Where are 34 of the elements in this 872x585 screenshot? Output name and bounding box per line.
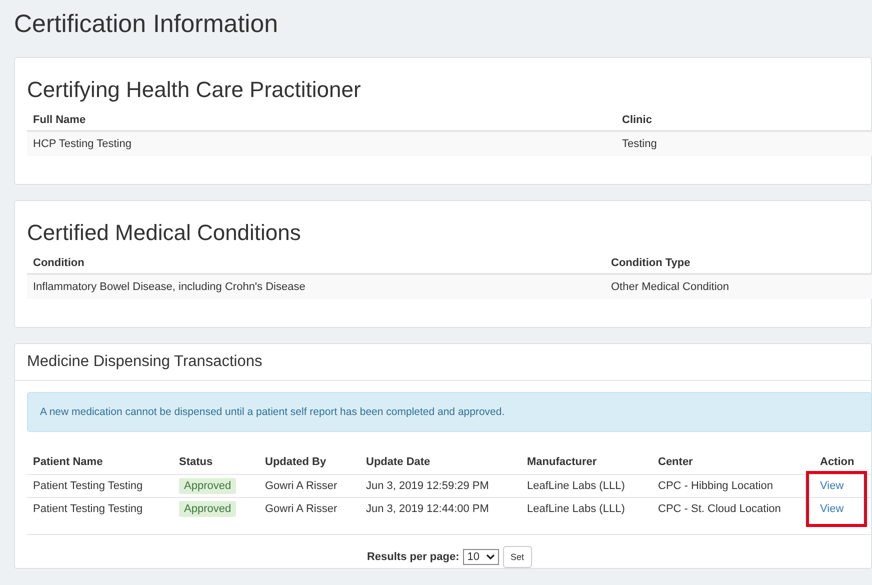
table-cell: Testing [616,131,872,156]
per-page-select[interactable]: 10 [463,549,499,565]
status-badge: Approved [179,478,236,494]
table-cell: Jun 3, 2019 12:59:29 PM [360,474,521,498]
table-cell: Jun 3, 2019 12:44:00 PM [360,498,521,520]
section-title: Medicine Dispensing Transactions [27,353,262,370]
table-cell: Other Medical Condition [605,274,872,299]
caret-icon [486,554,495,560]
table-cell: Gowri A Risser [259,498,360,520]
table-cell: LeafLine Labs (LLL) [521,474,652,498]
column-header: Update Date [360,452,521,474]
column-header: Manufacturer [521,452,652,474]
column-header: Updated By [259,452,360,474]
column-header: Patient Name [27,452,173,474]
page-title: Certification Information [14,9,280,40]
section-title: Certified Medical Conditions [27,219,302,247]
info-alert: A new medication cannot be dispensed until a patient self report has been completed and approved. [27,392,872,432]
column-header: Status [173,452,259,474]
view-link[interactable]: View [820,503,844,515]
table-cell: Patient Testing Testing [27,474,173,498]
column-header: Center [652,452,814,474]
column-header: Action [814,452,872,474]
section-title: Certifying Health Care Practitioner [27,76,362,104]
status-badge: Approved [179,501,236,517]
table-cell: Inflammatory Bowel Disease, including Crohn's Disease [27,274,605,299]
table-cell: CPC - Hibbing Location [652,474,814,498]
set-button[interactable]: Set [502,546,532,568]
table-cell: Gowri A Risser [259,474,360,498]
results-per-page-label: Results per page: [366,551,460,563]
table-cell: Patient Testing Testing [27,498,173,520]
table-cell: LeafLine Labs (LLL) [521,498,652,520]
view-link[interactable]: View [820,480,844,492]
table-cell: CPC - St. Cloud Location [652,498,814,520]
table-cell: HCP Testing Testing [27,131,616,156]
